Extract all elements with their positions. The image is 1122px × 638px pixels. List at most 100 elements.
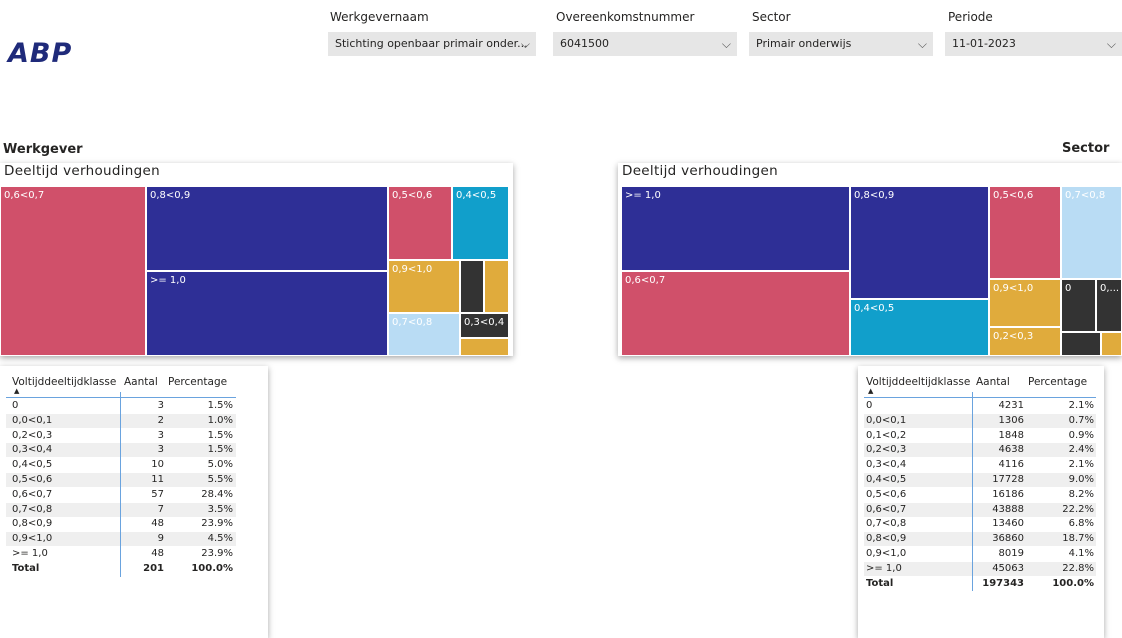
slicer-overeenkomstnummer[interactable]: 6041500 ⌵ (553, 32, 737, 56)
table-row[interactable]: 0,3<0,4 4116 2.1% (864, 458, 1096, 472)
chevron-down-icon[interactable]: ⌵ (722, 32, 731, 56)
slicer-value: 6041500 (560, 37, 609, 50)
table-row[interactable]: 0,9<1,0 9 4.5% (6, 532, 236, 547)
table-header: Voltijddeeltijdklasse Aantal Percentage ▲ (0, 366, 268, 395)
treemap-sector-tile[interactable]: 0,2<0,3 (989, 327, 1061, 356)
table-sector[interactable]: Voltijddeeltijdklasse Aantal Percentage ▲ 0 4… (858, 366, 1104, 638)
slicer-sector[interactable]: Primair onderwijs ⌵ (749, 32, 933, 56)
treemap-sector-tile[interactable]: 0,7<0,8 (1061, 186, 1122, 279)
column-header[interactable]: Aantal (124, 376, 158, 388)
column-header[interactable]: Aantal (976, 376, 1010, 388)
treemap-sector-tile[interactable]: 0,5<0,6 (989, 186, 1061, 279)
table-row[interactable]: 0,7<0,8 7 3.5% (6, 502, 236, 517)
treemap-werkgever-tile[interactable] (484, 260, 509, 313)
table-cell: 3 (157, 400, 164, 411)
table-cell: 197343 (982, 577, 1024, 589)
chevron-down-icon[interactable]: ⌵ (521, 32, 530, 56)
treemap-sector-tile[interactable]: >= 1,0 (621, 186, 850, 271)
chevron-down-icon[interactable]: ⌵ (918, 32, 927, 56)
slicer-value: Primair onderwijs (756, 37, 852, 50)
table-row[interactable]: 0 3 1.5% (6, 399, 236, 413)
treemap-sector-tile[interactable]: 0,8<0,9 (850, 186, 989, 299)
table-cell: 3 (157, 429, 164, 441)
header-divider (6, 397, 236, 398)
slicer-periode[interactable]: 11-01-2023 ⌵ (945, 32, 1122, 56)
table-cell: 3 (157, 444, 164, 456)
table-cell: 28.4% (201, 488, 233, 500)
header-divider (864, 397, 1096, 398)
column-header[interactable]: Voltijddeeltijdklasse (12, 376, 116, 388)
treemap-werkgever-tile[interactable] (460, 338, 509, 356)
table-row[interactable]: 0,8<0,9 48 23.9% (6, 517, 236, 531)
treemap-sector-tile[interactable]: 0,... (1096, 279, 1122, 332)
treemap-sector-tile[interactable]: 0,4<0,5 (850, 299, 989, 356)
table-werkgever[interactable]: Voltijddeeltijdklasse Aantal Percentage ▲ 0 3… (0, 366, 268, 638)
table-row[interactable]: 0,5<0,6 11 5.5% (6, 473, 236, 487)
treemap-werkgever-tile[interactable] (460, 260, 484, 313)
slicer-label-sector: Sector (752, 10, 791, 24)
table-cell: 1.5% (207, 444, 233, 456)
slicer-label-werkgevernaam: Werkgevernaam (330, 10, 429, 24)
treemap-sector-tile[interactable]: 0 (1061, 279, 1096, 332)
table-cell: 0,6<0,7 (12, 488, 53, 500)
treemap-sector[interactable]: Deeltijd verhoudingen >= 1,0 0,8<0,9 0,5<0… (618, 163, 1122, 356)
table-row[interactable]: 0,5<0,6 16186 8.2% (864, 488, 1096, 502)
table-cell: 2.4% (1068, 444, 1094, 456)
table-cell: 3.5% (207, 503, 233, 515)
treemap-sector-tile[interactable]: 0,9<1,0 (989, 279, 1061, 327)
table-row[interactable]: >= 1,0 48 23.9% (6, 547, 236, 561)
table-cell: 9.0% (1068, 474, 1094, 485)
treemap-werkgever-tile[interactable]: 0,3<0,4 (460, 313, 509, 338)
table-total-row[interactable]: Total 197343 100.0% (864, 576, 1096, 591)
sort-ascending-icon[interactable]: ▲ (14, 387, 19, 395)
table-row[interactable]: 0,4<0,5 17728 9.0% (864, 473, 1096, 487)
table-cell: 0,3<0,4 (12, 444, 53, 456)
table-row[interactable]: 0,0<0,1 2 1.0% (6, 413, 236, 428)
table-row[interactable]: 0,0<0,1 1306 0.7% (864, 413, 1096, 428)
table-row[interactable]: 0,1<0,2 1848 0.9% (864, 429, 1096, 443)
table-cell: 0.7% (1068, 414, 1094, 426)
column-header[interactable]: Percentage (1028, 376, 1087, 388)
column-divider (120, 392, 121, 577)
column-header[interactable]: Percentage (168, 376, 227, 388)
table-cell: 0,9<1,0 (866, 548, 907, 559)
table-cell: 36860 (992, 533, 1024, 545)
table-cell: 0.9% (1068, 429, 1094, 441)
table-row[interactable]: >= 1,0 45063 22.8% (864, 561, 1096, 576)
table-row[interactable]: 0 4231 2.1% (864, 399, 1096, 413)
table-total-row[interactable]: Total 201 100.0% (6, 561, 236, 576)
treemap-sector-tile[interactable] (1101, 332, 1122, 356)
treemap-werkgever[interactable]: Deeltijd verhoudingen 0,6<0,7 0,8<0,9 >= 1… (0, 163, 513, 356)
table-row[interactable]: 0,2<0,3 4638 2.4% (864, 443, 1096, 458)
column-header[interactable]: Voltijddeeltijdklasse (866, 376, 970, 388)
treemap-werkgever-tile[interactable]: 0,8<0,9 (146, 186, 388, 271)
table-cell: 0,5<0,6 (12, 474, 53, 485)
table-row[interactable]: 0,6<0,7 43888 22.2% (864, 502, 1096, 517)
table-header: Voltijddeeltijdklasse Aantal Percentage ▲ (858, 366, 1104, 395)
table-row[interactable]: 0,4<0,5 10 5.0% (6, 458, 236, 472)
chevron-down-icon[interactable]: ⌵ (1107, 32, 1116, 56)
treemap-werkgever-tile[interactable]: 0,4<0,5 (452, 186, 509, 260)
table-cell: 1.0% (207, 414, 233, 426)
table-cell: 201 (143, 562, 164, 574)
treemap-sector-tile[interactable]: 0,6<0,7 (621, 271, 850, 356)
table-row[interactable]: 0,7<0,8 13460 6.8% (864, 517, 1096, 531)
slicer-werkgevernaam[interactable]: Stichting openbaar primair onder... ⌵ (328, 32, 536, 56)
treemap-werkgever-tile[interactable]: 0,9<1,0 (388, 260, 460, 313)
table-cell: 11 (151, 474, 164, 485)
treemap-werkgever-tile[interactable]: >= 1,0 (146, 271, 388, 356)
treemap-werkgever-tile[interactable]: 0,6<0,7 (0, 186, 146, 356)
table-row[interactable]: 0,9<1,0 8019 4.1% (864, 547, 1096, 561)
table-row[interactable]: 0,3<0,4 3 1.5% (6, 443, 236, 458)
tile-label: 0,7<0,8 (1065, 190, 1106, 201)
table-row[interactable]: 0,6<0,7 57 28.4% (6, 488, 236, 502)
treemap-sector-tile[interactable] (1061, 332, 1101, 356)
table-cell: 16186 (992, 488, 1024, 500)
sort-ascending-icon[interactable]: ▲ (868, 387, 873, 395)
table-row[interactable]: 0,2<0,3 3 1.5% (6, 429, 236, 443)
treemap-werkgever-tile[interactable]: 0,5<0,6 (388, 186, 452, 260)
table-row[interactable]: 0,8<0,9 36860 18.7% (864, 532, 1096, 547)
table-cell: 0,4<0,5 (866, 474, 907, 485)
table-cell: >= 1,0 (12, 548, 48, 559)
treemap-werkgever-tile[interactable]: 0,7<0,8 (388, 313, 460, 356)
